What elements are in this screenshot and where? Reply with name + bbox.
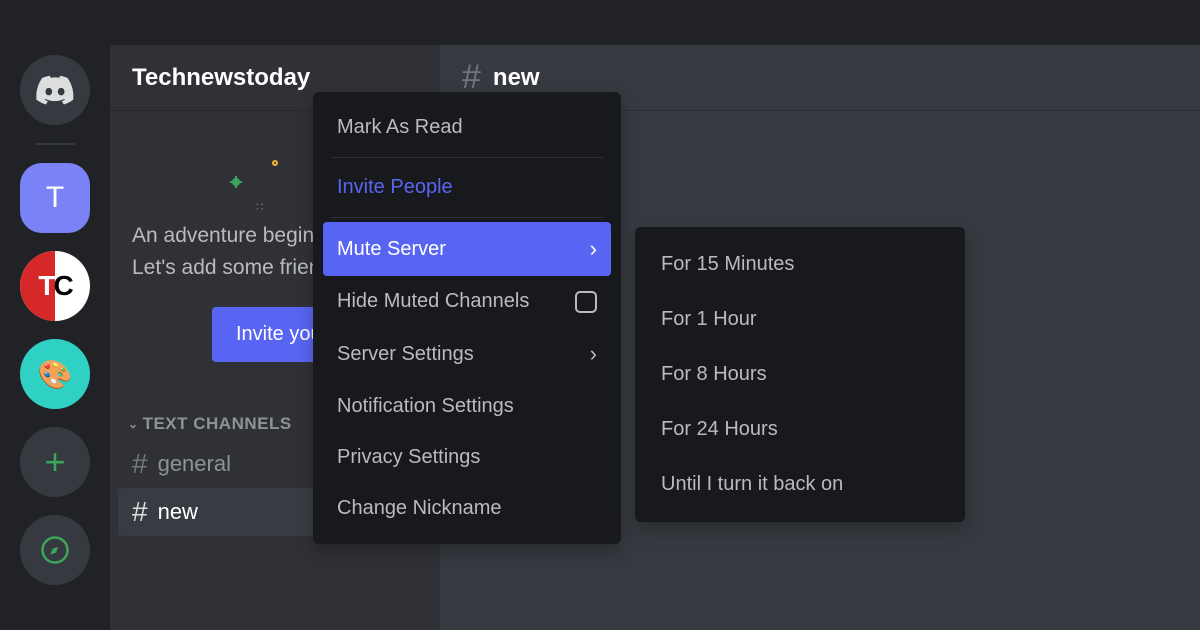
server-icon-t[interactable]: T: [20, 163, 90, 233]
category-label: TEXT CHANNELS: [143, 414, 292, 434]
server-context-menu: Mark As Read Invite People Mute Server ›…: [313, 92, 621, 544]
server-rail: T TC 🎨 +: [0, 0, 110, 630]
hash-icon: #: [132, 448, 148, 480]
ctx-label: Notification Settings: [337, 395, 514, 418]
channel-name: new: [158, 499, 198, 525]
chevron-down-icon: ⌄: [128, 417, 139, 431]
explore-servers-button[interactable]: [20, 515, 90, 585]
ctx-label: Change Nickname: [337, 497, 502, 520]
mute-24-hours[interactable]: For 24 Hours: [645, 402, 955, 457]
ctx-hide-muted-channels[interactable]: Hide Muted Channels: [323, 276, 611, 327]
server-icon-art[interactable]: 🎨: [20, 339, 90, 409]
current-channel-name: new: [493, 64, 540, 92]
server-icon-tc[interactable]: TC: [20, 251, 90, 321]
ctx-invite-people[interactable]: Invite People: [323, 162, 611, 213]
chevron-right-icon: ›: [590, 236, 597, 262]
mute-8-hours[interactable]: For 8 Hours: [645, 347, 955, 402]
ctx-server-settings[interactable]: Server Settings ›: [323, 327, 611, 381]
hash-icon: #: [132, 496, 148, 528]
ctx-label: Privacy Settings: [337, 446, 480, 469]
ctx-label: Invite People: [337, 176, 453, 199]
compass-icon: [40, 535, 70, 565]
ctx-label: Mute Server: [337, 238, 446, 261]
checkbox-icon: [575, 291, 597, 313]
rail-separator: [35, 143, 75, 145]
ctx-mute-server[interactable]: Mute Server ›: [323, 222, 611, 276]
ctx-label: Mark As Read: [337, 116, 463, 139]
home-server-icon[interactable]: [20, 55, 90, 125]
ctx-mark-as-read[interactable]: Mark As Read: [323, 102, 611, 153]
mute-until-off[interactable]: Until I turn it back on: [645, 457, 955, 512]
channel-name: general: [158, 451, 231, 477]
ctx-label: Hide Muted Channels: [337, 290, 529, 313]
chevron-right-icon: ›: [590, 341, 597, 367]
discord-logo-icon: [35, 70, 75, 110]
ctx-label: Server Settings: [337, 343, 474, 366]
ctx-separator: [331, 217, 603, 218]
mute-submenu: For 15 Minutes For 1 Hour For 8 Hours Fo…: [635, 227, 965, 522]
mute-15-minutes[interactable]: For 15 Minutes: [645, 237, 955, 292]
window-topbar: [110, 0, 1200, 45]
mute-1-hour[interactable]: For 1 Hour: [645, 292, 955, 347]
ctx-change-nickname[interactable]: Change Nickname: [323, 483, 611, 534]
ctx-privacy-settings[interactable]: Privacy Settings: [323, 432, 611, 483]
ctx-notification-settings[interactable]: Notification Settings: [323, 381, 611, 432]
ctx-separator: [331, 157, 603, 158]
add-server-button[interactable]: +: [20, 427, 90, 497]
